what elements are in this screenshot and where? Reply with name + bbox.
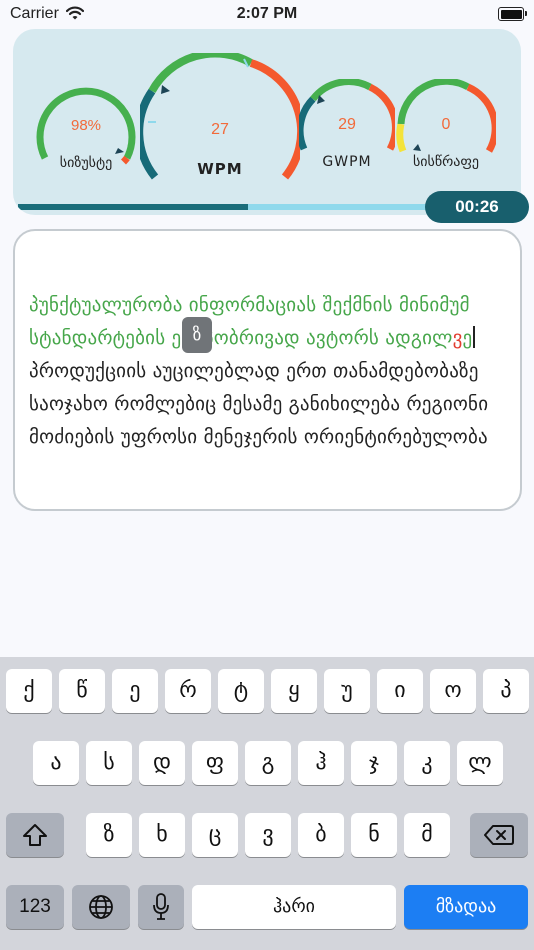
backspace-icon [484, 825, 514, 845]
speed-gauge-needle [413, 144, 421, 151]
progress-bar [18, 204, 428, 210]
typed-text: პუნქტუალურობა ინფორმაციას შექმნის მინიმუ… [29, 294, 470, 349]
key-13[interactable]: დ [139, 741, 185, 785]
key-18[interactable]: კ [404, 741, 450, 785]
key-25[interactable]: ნ [351, 813, 397, 857]
key-10[interactable]: პ [483, 669, 529, 713]
key-tip-popup: ზ [182, 317, 212, 353]
key-17[interactable]: ჯ [351, 741, 397, 785]
battery-icon [498, 7, 527, 21]
key-11[interactable]: ა [33, 741, 79, 785]
numbers-key[interactable]: 123 [6, 885, 64, 929]
globe-icon [89, 895, 113, 919]
gwpm-value: 29 [338, 116, 356, 133]
shift-key[interactable] [6, 813, 64, 857]
gwpm-label: GWPM [322, 154, 372, 170]
wpm-gauge: 27 WPM [135, 49, 306, 181]
key-5[interactable]: ტ [218, 669, 264, 713]
stats-panel: 98% სიზუსტე 27 WPM 29 GWPM 0 სისწრაფე [13, 29, 521, 215]
key-26[interactable]: მ [404, 813, 450, 857]
key-21[interactable]: ხ [139, 813, 185, 857]
key-6[interactable]: ყ [271, 669, 317, 713]
key-23[interactable]: ვ [245, 813, 291, 857]
key-3[interactable]: ე [112, 669, 158, 713]
wpm-label: WPM [197, 160, 243, 178]
key-14[interactable]: ფ [192, 741, 238, 785]
key-1[interactable]: ქ [6, 669, 52, 713]
wpm-value: 27 [211, 121, 229, 138]
accuracy-gauge: 98% სიზუსტე [36, 86, 136, 176]
typing-text-card[interactable]: პუნქტუალურობა ინფორმაციას შექმნის მინიმუ… [13, 229, 522, 511]
keyboard: ქ წ ე რ ტ ყ უ ი ო პ ა ს დ ფ გ ჰ ჯ კ ლ ზ … [0, 657, 534, 950]
speed-label: სისწრაფე [412, 154, 480, 170]
progress-bar-fill [18, 204, 248, 210]
accuracy-gauge-needle [115, 148, 124, 154]
key-22[interactable]: ც [192, 813, 238, 857]
text-caret [473, 326, 475, 348]
status-time: 2:07 PM [236, 5, 298, 22]
key-8[interactable]: ი [377, 669, 423, 713]
key-19[interactable]: ლ [457, 741, 503, 785]
key-4[interactable]: რ [165, 669, 211, 713]
status-bar: Carrier 2:07 PM [0, 0, 534, 30]
key-9[interactable]: ო [430, 669, 476, 713]
accuracy-label: სიზუსტე [59, 155, 113, 171]
error-char: ვ [452, 327, 463, 349]
backspace-key[interactable] [470, 813, 528, 857]
shift-icon [23, 824, 47, 846]
timer-badge: 00:26 [425, 191, 529, 223]
speed-value: 0 [441, 116, 451, 133]
key-12[interactable]: ს [86, 741, 132, 785]
done-key[interactable]: მზადაა [404, 885, 528, 929]
wpm-gauge-needle [161, 85, 170, 94]
key-7[interactable]: უ [324, 669, 370, 713]
accuracy-value: 98% [70, 117, 102, 134]
globe-key[interactable] [72, 885, 130, 929]
key-20[interactable]: ზ [86, 813, 132, 857]
gwpm-gauge: 29 GWPM [296, 78, 399, 174]
dictation-key[interactable] [138, 885, 184, 929]
key-16[interactable]: ჰ [298, 741, 344, 785]
space-key[interactable]: ჰარი [192, 885, 396, 929]
key-24[interactable]: ბ [298, 813, 344, 857]
key-15[interactable]: გ [245, 741, 291, 785]
typing-text: პუნქტუალურობა ინფორმაციას შექმნის მინიმუ… [29, 289, 511, 454]
key-2[interactable]: წ [59, 669, 105, 713]
cursor-char: ე [462, 327, 473, 349]
remaining-text: პროდუქციის აუცილებლად ერთ თანამდებობაზე … [29, 360, 489, 448]
mic-icon [153, 893, 169, 920]
speed-gauge: 0 სისწრაფე [396, 77, 499, 174]
